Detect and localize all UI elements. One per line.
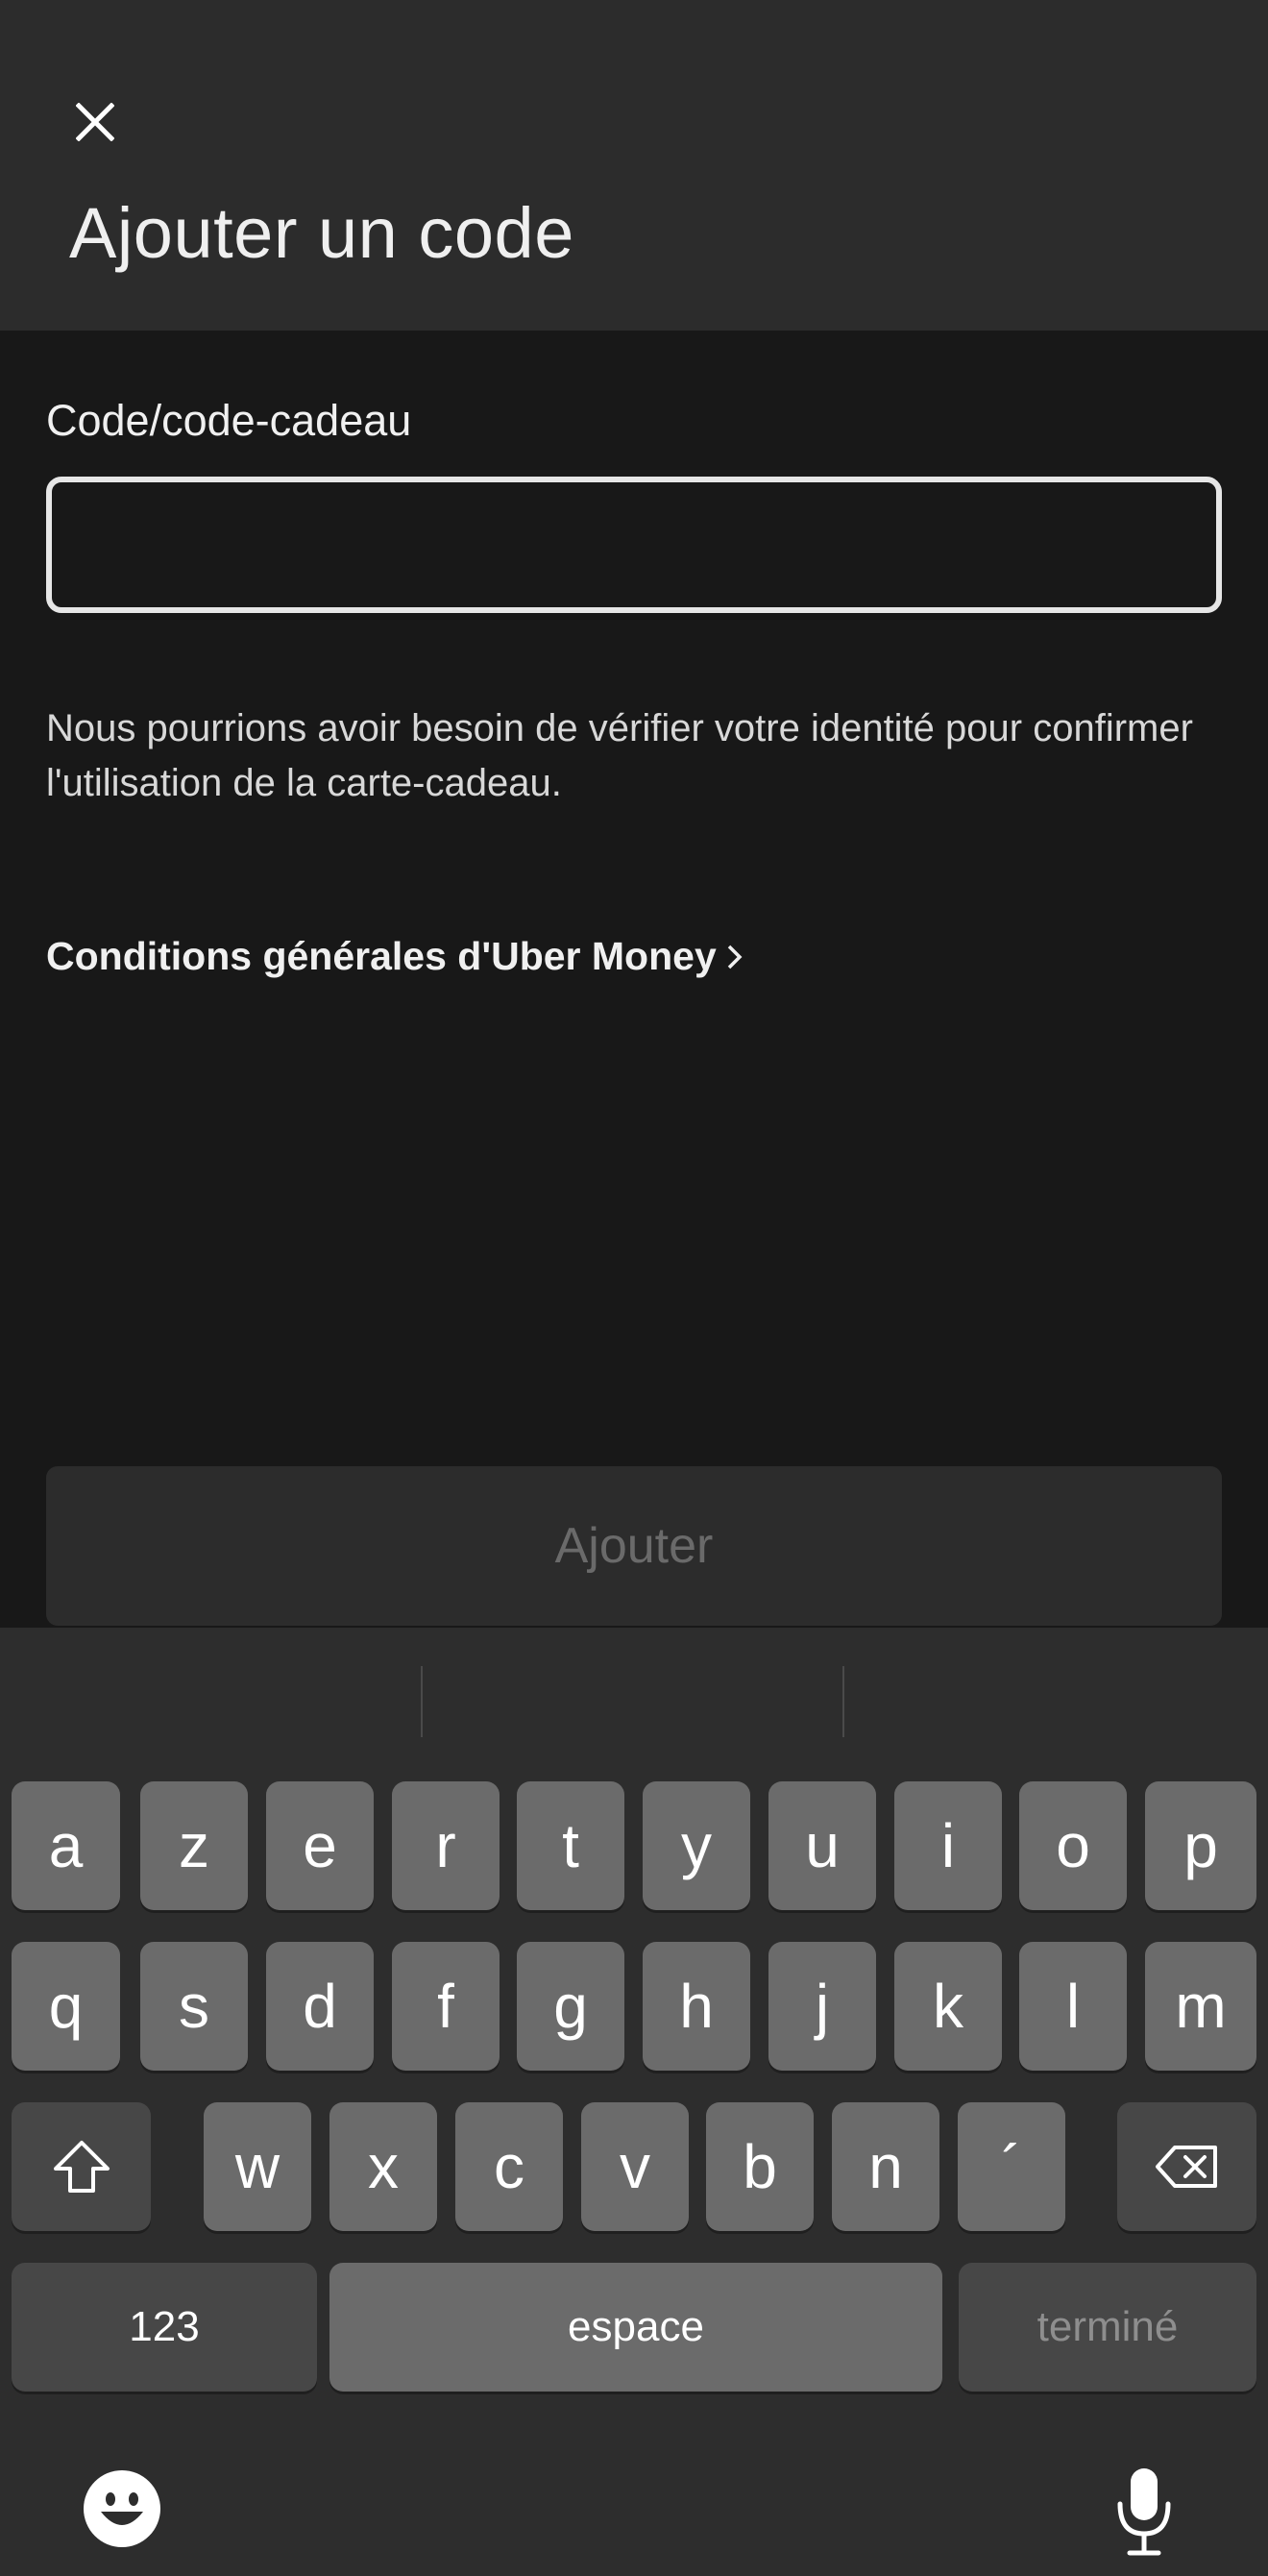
code-input[interactable] bbox=[46, 477, 1222, 613]
page-title: Ajouter un code bbox=[69, 193, 574, 273]
add-code-screen: Ajouter un code Code/code-cadeau Nous po… bbox=[0, 0, 1268, 2576]
done-key[interactable]: terminé bbox=[959, 2263, 1256, 2392]
key-c[interactable]: c bbox=[455, 2102, 563, 2231]
key-accent[interactable]: ´ bbox=[958, 2102, 1065, 2231]
key-h[interactable]: h bbox=[643, 1942, 750, 2071]
header: Ajouter un code bbox=[0, 0, 1268, 331]
key-q[interactable]: q bbox=[12, 1942, 120, 2071]
emoji-icon[interactable] bbox=[83, 2469, 161, 2548]
key-m[interactable]: m bbox=[1145, 1942, 1256, 2071]
close-button[interactable] bbox=[63, 90, 127, 154]
key-t[interactable]: t bbox=[517, 1781, 624, 1910]
backspace-icon bbox=[1155, 2146, 1217, 2188]
close-icon bbox=[76, 103, 114, 141]
key-g[interactable]: g bbox=[517, 1942, 624, 2071]
key-z[interactable]: z bbox=[140, 1781, 248, 1910]
key-y[interactable]: y bbox=[643, 1781, 750, 1910]
add-button[interactable]: Ajouter bbox=[46, 1466, 1222, 1626]
key-w[interactable]: w bbox=[204, 2102, 311, 2231]
delete-key[interactable] bbox=[1117, 2102, 1256, 2231]
suggestion-divider bbox=[842, 1666, 844, 1737]
key-o[interactable]: o bbox=[1019, 1781, 1127, 1910]
shift-key[interactable] bbox=[12, 2102, 151, 2231]
key-n[interactable]: n bbox=[832, 2102, 939, 2231]
key-s[interactable]: s bbox=[140, 1942, 248, 2071]
numbers-key[interactable]: 123 bbox=[12, 2263, 317, 2392]
terms-link[interactable]: Conditions générales d'Uber Money bbox=[46, 934, 744, 979]
key-u[interactable]: u bbox=[768, 1781, 876, 1910]
key-p[interactable]: p bbox=[1145, 1781, 1256, 1910]
key-f[interactable]: f bbox=[392, 1942, 500, 2071]
key-k[interactable]: k bbox=[894, 1942, 1002, 2071]
key-d[interactable]: d bbox=[266, 1942, 374, 2071]
key-i[interactable]: i bbox=[894, 1781, 1002, 1910]
keyboard: a z e r t y u i o p q s d f g h j k l m … bbox=[0, 1628, 1268, 2576]
key-v[interactable]: v bbox=[581, 2102, 689, 2231]
key-l[interactable]: l bbox=[1019, 1942, 1127, 2071]
key-j[interactable]: j bbox=[768, 1942, 876, 2071]
microphone-icon[interactable] bbox=[1114, 2466, 1174, 2558]
key-x[interactable]: x bbox=[329, 2102, 437, 2231]
chevron-right-icon bbox=[727, 945, 743, 969]
identity-info-text: Nous pourrions avoir besoin de vérifier … bbox=[46, 707, 1193, 804]
key-r[interactable]: r bbox=[392, 1781, 500, 1910]
terms-link-label: Conditions générales d'Uber Money bbox=[46, 934, 717, 978]
space-key[interactable]: espace bbox=[329, 2263, 942, 2392]
shift-icon bbox=[53, 2141, 110, 2193]
code-field-label: Code/code-cadeau bbox=[46, 396, 412, 445]
key-a[interactable]: a bbox=[12, 1781, 120, 1910]
suggestion-divider bbox=[421, 1666, 423, 1737]
key-b[interactable]: b bbox=[706, 2102, 814, 2231]
key-e[interactable]: e bbox=[266, 1781, 374, 1910]
